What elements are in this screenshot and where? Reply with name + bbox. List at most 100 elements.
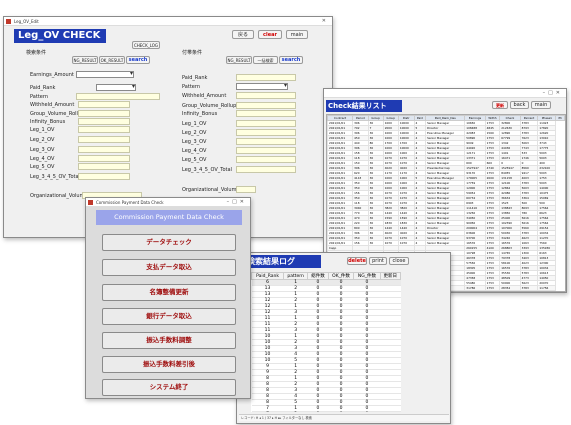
field-label[interactable]: Leg_2_OV bbox=[30, 137, 54, 143]
window-title: Leg_OV_Edit bbox=[14, 19, 39, 24]
field-label[interactable]: Pattern bbox=[182, 84, 200, 90]
table-header-row[interactable]: Paid_Rank pattern 総件数 OK_件数 NG_件数 更新日 bbox=[251, 272, 401, 280]
menu-button[interactable]: データチェック bbox=[102, 234, 236, 251]
refresh-button[interactable]: 更新 bbox=[492, 101, 508, 109]
window-controls[interactable]: –□✕ bbox=[227, 198, 247, 207]
field-label[interactable]: Pattern bbox=[30, 94, 48, 100]
field-label[interactable]: Organizational_Volume bbox=[30, 193, 88, 199]
field-label[interactable]: Paid_Rank bbox=[30, 85, 55, 91]
field-input[interactable] bbox=[76, 70, 134, 78]
field-input[interactable] bbox=[78, 101, 130, 108]
field-input[interactable] bbox=[236, 82, 288, 90]
field-label[interactable]: Leg_3_OV bbox=[30, 147, 54, 153]
table-cell: 0 bbox=[353, 411, 381, 412]
table-row[interactable]: 72000 bbox=[251, 411, 401, 412]
form-header: Leg_OV CHECK bbox=[14, 29, 106, 43]
field-input[interactable] bbox=[78, 126, 130, 133]
window-controls[interactable]: ✕ bbox=[322, 17, 329, 26]
field-label[interactable]: Leg_3_4_5_OV_Total bbox=[182, 167, 232, 173]
table-cell: 1753 bbox=[484, 290, 501, 291]
field-label[interactable]: Leg_5_OV bbox=[30, 164, 54, 170]
field-input[interactable] bbox=[236, 120, 296, 127]
field-input[interactable] bbox=[236, 129, 296, 136]
field-input[interactable] bbox=[236, 186, 256, 193]
check-log-button[interactable]: CHECK_LOG bbox=[132, 41, 160, 49]
print-button[interactable]: print bbox=[369, 257, 387, 265]
field-input[interactable] bbox=[236, 147, 296, 154]
field-input[interactable] bbox=[236, 102, 296, 109]
record-navigator[interactable]: レコード: H ◂ 1 / 37 ▸ H ▸▸ フィルターなし 検索 bbox=[239, 414, 449, 421]
left-ng-result-button[interactable]: NG_RESULT bbox=[72, 56, 98, 64]
column-header[interactable]: NG_件数 bbox=[353, 272, 381, 280]
window-controls[interactable]: –□✕ bbox=[543, 89, 563, 98]
field-input[interactable] bbox=[78, 173, 130, 180]
field-label[interactable]: Earnings_Amount bbox=[30, 72, 74, 78]
menu-button[interactable]: システム終了 bbox=[102, 379, 236, 396]
field-input[interactable] bbox=[78, 163, 130, 170]
field-label[interactable]: Leg_2_OV bbox=[182, 130, 206, 136]
menu-button[interactable]: 名簿整備更新 bbox=[102, 284, 236, 301]
field-input[interactable] bbox=[236, 92, 296, 99]
field-input[interactable] bbox=[78, 136, 130, 143]
bulk-search-button[interactable]: 一括検索 bbox=[253, 56, 278, 64]
back-button[interactable]: 戻る bbox=[232, 30, 254, 39]
back-button[interactable]: back bbox=[510, 101, 529, 109]
table-cell: 23086 bbox=[499, 290, 521, 291]
menu-header: Commission Payment Data Check bbox=[96, 210, 242, 225]
column-header[interactable]: OK_件数 bbox=[327, 272, 355, 280]
field-label[interactable]: Leg_1_OV bbox=[182, 121, 206, 127]
right-ng-result-button[interactable]: NG_RESULT bbox=[226, 56, 252, 64]
field-input[interactable] bbox=[236, 110, 296, 117]
field-input[interactable] bbox=[236, 156, 296, 163]
column-header[interactable]: Ph bbox=[555, 115, 565, 121]
left-ok-result-button[interactable]: OK_RESULT bbox=[99, 56, 125, 64]
table-cell: 7 bbox=[251, 411, 284, 412]
field-label[interactable]: Leg_5_OV bbox=[182, 157, 206, 163]
menu-button[interactable]: 支払データ取込 bbox=[102, 259, 236, 276]
left-search-button[interactable]: search bbox=[126, 56, 150, 64]
table-cell: 11270 bbox=[537, 290, 557, 291]
field-label[interactable]: Group_Volume_Rollup bbox=[182, 103, 236, 109]
field-label[interactable]: Leg_4_OV bbox=[30, 156, 54, 162]
clear-button[interactable]: clear bbox=[258, 30, 282, 39]
field-label[interactable]: Group_Volume_Rollup bbox=[30, 111, 84, 117]
field-label[interactable]: Leg_4_OV bbox=[182, 148, 206, 154]
table-cell: 3783 bbox=[519, 290, 539, 291]
field-label[interactable]: Leg_3_OV bbox=[182, 139, 206, 145]
table-cell: 2 bbox=[283, 411, 308, 412]
additional-conditions-label: 付帯条件 bbox=[182, 50, 203, 56]
table-cell: 21493 bbox=[464, 290, 486, 291]
main-button[interactable]: main bbox=[531, 101, 551, 109]
delete-button[interactable]: delete bbox=[347, 257, 367, 265]
field-input[interactable] bbox=[236, 166, 296, 173]
field-label[interactable]: Paid_Rank bbox=[182, 75, 207, 81]
search-log-header: 検索結果ログ bbox=[245, 255, 321, 268]
field-label[interactable]: Infinity_Bonus bbox=[30, 119, 65, 125]
title-bar: Leg_OV_Edit ✕ bbox=[4, 17, 332, 26]
field-label[interactable]: Withheld_Amount bbox=[182, 93, 226, 99]
menu-button[interactable]: 振込手数料差引後 bbox=[102, 356, 236, 373]
column-header[interactable]: pattern bbox=[283, 272, 309, 280]
field-input[interactable] bbox=[78, 155, 130, 162]
field-label[interactable]: Leg_1_OV bbox=[30, 127, 54, 133]
right-search-button[interactable]: search bbox=[279, 56, 303, 64]
field-input[interactable] bbox=[96, 83, 136, 91]
field-label[interactable]: Organizational_Volume bbox=[182, 187, 240, 193]
field-label[interactable]: Infinity_Bonus bbox=[182, 111, 217, 117]
menu-button[interactable]: 振込手数料調整 bbox=[102, 332, 236, 349]
main-button[interactable]: main bbox=[286, 30, 308, 39]
close-button[interactable]: close bbox=[389, 257, 409, 265]
column-header[interactable]: 更新日 bbox=[379, 272, 401, 280]
table-header-row[interactable]: Contract Period Group Group Distr Paid Paid_Ra… bbox=[327, 115, 565, 121]
field-input[interactable] bbox=[236, 74, 296, 81]
field-input[interactable] bbox=[76, 93, 160, 100]
menu-button[interactable]: 銀行データ取込 bbox=[102, 308, 236, 325]
column-header[interactable]: Paid_Rank bbox=[251, 272, 285, 280]
field-label[interactable]: Leg_3_4_5_OV_Total bbox=[30, 174, 80, 180]
column-header[interactable]: 総件数 bbox=[307, 272, 329, 280]
field-input[interactable] bbox=[78, 146, 130, 153]
field-input[interactable] bbox=[78, 118, 130, 125]
field-input[interactable] bbox=[78, 110, 130, 117]
field-label[interactable]: Withheld_Amount bbox=[30, 102, 74, 108]
field-input[interactable] bbox=[236, 138, 296, 145]
